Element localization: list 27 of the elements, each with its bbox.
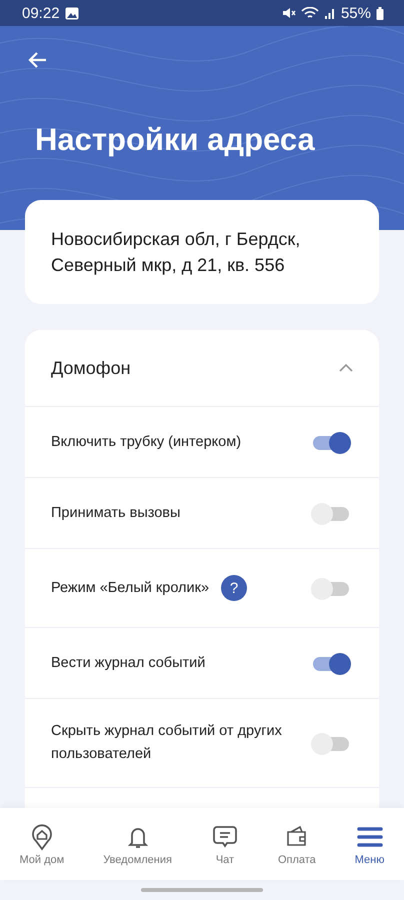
page-title: Настройки адреса bbox=[35, 122, 315, 158]
wifi-icon bbox=[300, 6, 319, 20]
help-badge[interactable]: ? bbox=[221, 575, 248, 601]
battery-percent: 55% bbox=[340, 4, 371, 22]
status-time: 09:22 bbox=[22, 4, 60, 22]
setting-label: Режим «Белый кролик» bbox=[51, 578, 210, 598]
setting-label: Принимать вызовы bbox=[51, 504, 180, 522]
signal-icon bbox=[324, 7, 336, 19]
address-text: Новосибирская обл, г Бердск, bbox=[51, 228, 302, 251]
toggle-switch[interactable] bbox=[311, 651, 351, 675]
nav-tab[interactable]: Уведомления bbox=[103, 822, 172, 866]
nav-tab[interactable]: Мой дом bbox=[19, 822, 64, 866]
toggle-switch[interactable] bbox=[311, 501, 351, 525]
nav-tab[interactable]: Меню bbox=[354, 822, 384, 866]
toggle-switch[interactable] bbox=[311, 576, 351, 600]
image-icon bbox=[64, 6, 79, 20]
nav-tab[interactable]: Чат bbox=[210, 822, 239, 866]
setting-label: Вести журнал событий bbox=[51, 654, 206, 672]
battery-icon bbox=[376, 6, 384, 20]
toggle-switch[interactable] bbox=[311, 430, 351, 454]
setting-label: Скрыть журнал событий от других пользователей bbox=[51, 722, 283, 764]
toggle-switch[interactable] bbox=[311, 731, 351, 755]
section-title: Домофон bbox=[51, 358, 131, 378]
setting-label: Включить трубку (интерком) bbox=[51, 432, 242, 452]
nav-tab[interactable]: Оплата bbox=[278, 822, 316, 866]
mute-icon bbox=[282, 7, 296, 19]
address-text: Северный мкр, д 21, кв. 556 bbox=[51, 254, 286, 277]
